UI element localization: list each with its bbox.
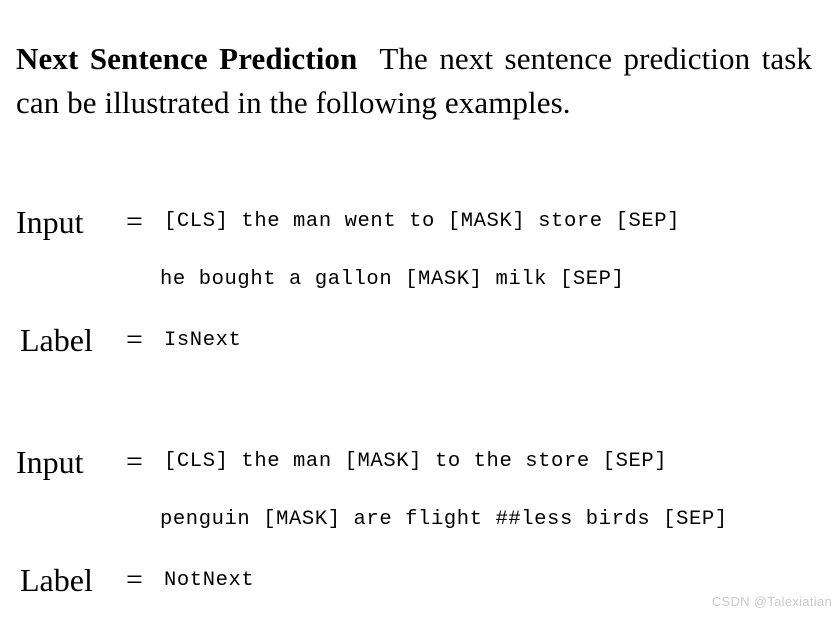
label-caption-1: Label [20, 322, 93, 358]
equals-sign-label-2: = [126, 563, 143, 596]
label-value-1: IsNext [164, 329, 242, 352]
input-continuation-row-1: he bought a gallon [MASK] milk [SEP] [0, 260, 840, 310]
label-row-1: Label = IsNext [0, 316, 840, 366]
equals-sign-input-1: = [126, 205, 143, 238]
input-continuation-row-2: penguin [MASK] are flight ##less birds [… [0, 500, 840, 550]
intro-paragraph: Next Sentence Prediction The next sentenc… [16, 37, 812, 125]
input-label-2: Input [16, 444, 84, 480]
input-tokens-line-2b: penguin [MASK] are flight ##less birds [… [160, 508, 728, 531]
input-label-1: Input [16, 204, 84, 240]
input-row-2: Input = [CLS] the man [MASK] to the stor… [0, 438, 840, 488]
paper-figure-page: Next Sentence Prediction The next sentenc… [0, 0, 840, 618]
input-tokens-line-1a: [CLS] the man went to [MASK] store [SEP] [164, 210, 681, 233]
input-tokens-line-2a: [CLS] the man [MASK] to the store [SEP] [164, 450, 668, 473]
equals-sign-input-2: = [126, 445, 143, 478]
label-caption-2: Label [20, 562, 93, 598]
input-row-1: Input = [CLS] the man went to [MASK] sto… [0, 198, 840, 248]
input-tokens-line-1b: he bought a gallon [MASK] milk [SEP] [160, 268, 625, 291]
section-heading: Next Sentence Prediction [16, 41, 358, 76]
label-value-2: NotNext [164, 569, 255, 592]
csdn-watermark: CSDN @Talexiatian [711, 594, 832, 609]
equals-sign-label-1: = [126, 323, 143, 356]
